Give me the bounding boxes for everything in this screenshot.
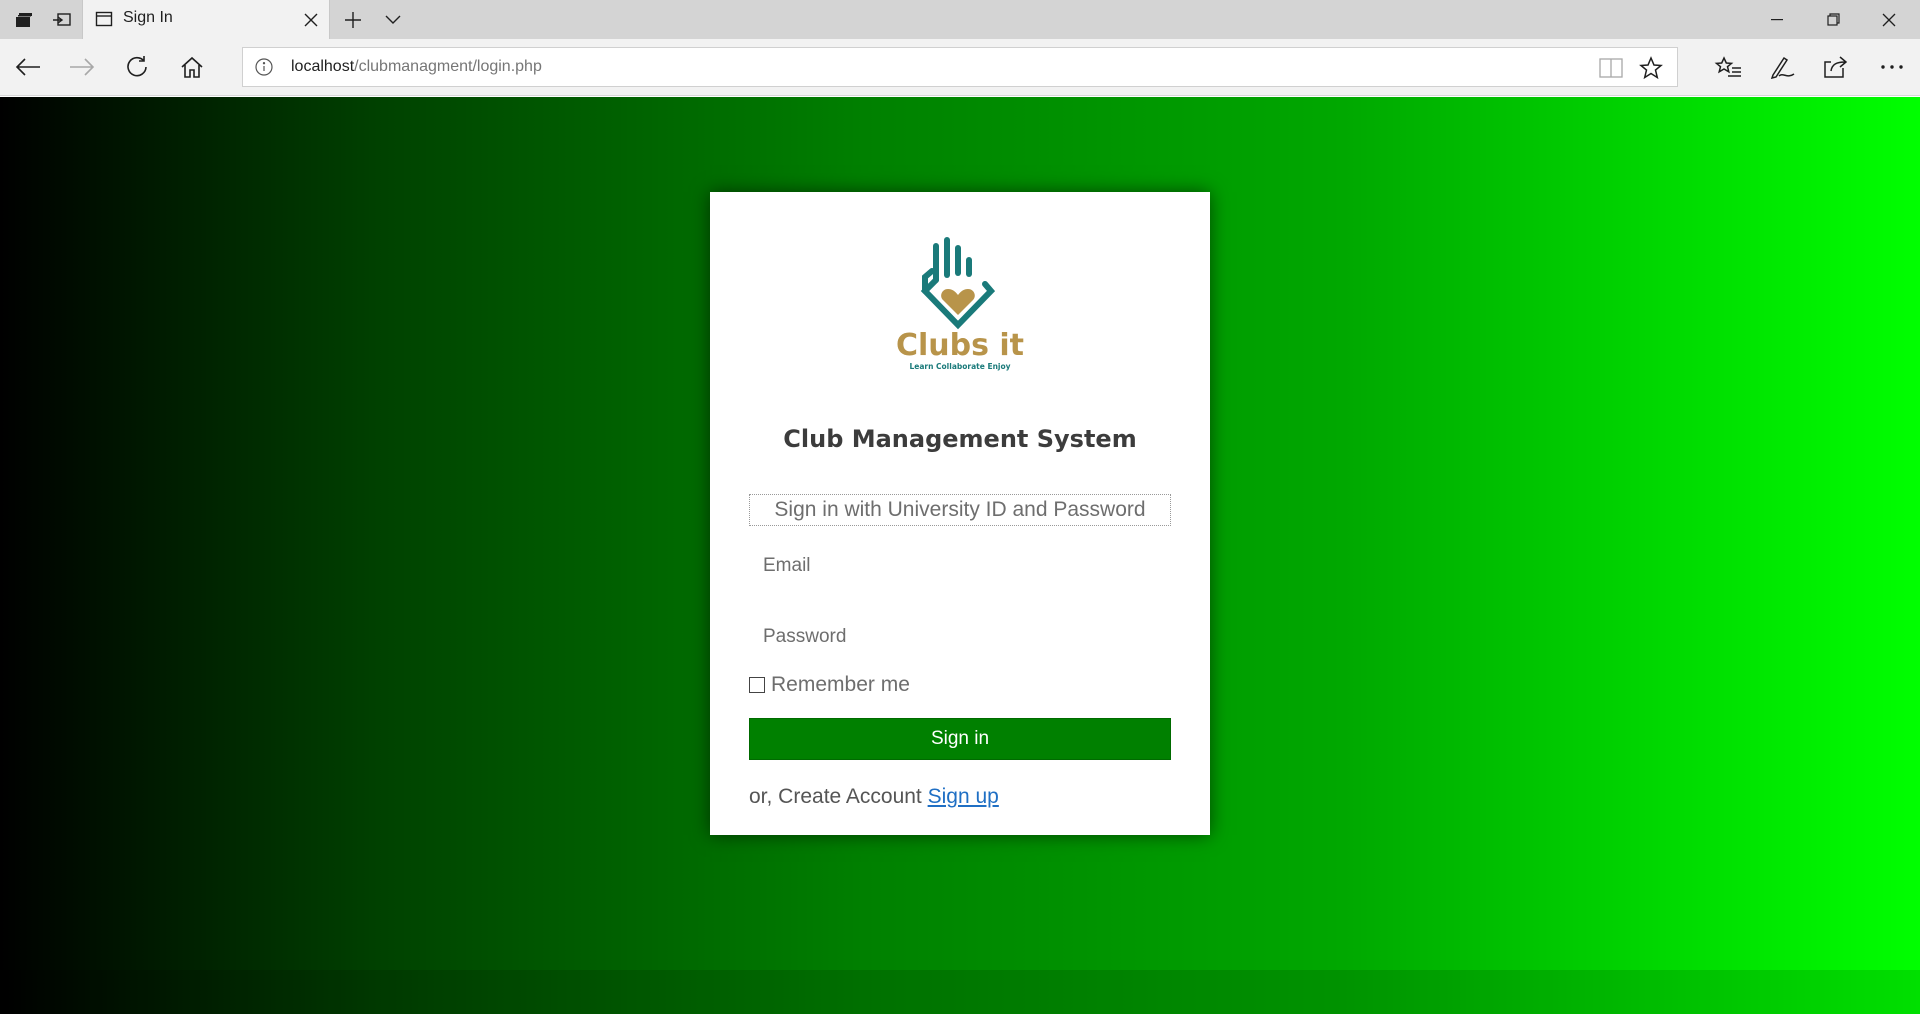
tab-sign-in[interactable]: Sign In	[82, 0, 330, 40]
address-path: /clubmanagment/login.php	[354, 58, 542, 75]
clubs-it-logo: Clubs it Learn Collaborate Enjoy	[885, 227, 1035, 377]
page-background: Clubs it Learn Collaborate Enjoy Club Ma…	[0, 97, 1920, 1014]
minimize-icon[interactable]	[1749, 0, 1805, 39]
refresh-icon[interactable]	[115, 46, 159, 88]
set-aside-icon[interactable]	[44, 0, 80, 39]
signup-line: or, Create Account Sign up	[749, 785, 999, 809]
signin-button[interactable]: Sign in	[749, 718, 1171, 760]
page-title: Club Management System	[783, 425, 1137, 453]
star-icon[interactable]	[1637, 54, 1665, 82]
home-icon[interactable]	[170, 46, 214, 88]
signup-link[interactable]: Sign up	[928, 785, 999, 808]
navigation-bar: localhost/clubmanagment/login.php	[0, 39, 1920, 96]
star-list-icon[interactable]	[1706, 46, 1750, 88]
plus-icon[interactable]	[338, 0, 368, 39]
tab-actions-icon[interactable]	[6, 0, 42, 39]
title-bar: Sign In	[0, 0, 1920, 40]
pen-icon[interactable]	[1760, 46, 1804, 88]
address-url[interactable]: localhost/clubmanagment/login.php	[291, 58, 542, 76]
remember-me-label: Remember me	[771, 673, 910, 696]
page-icon	[95, 10, 113, 32]
password-field[interactable]	[749, 615, 1171, 659]
logo-brand-text: Clubs it	[896, 328, 1024, 363]
book-icon[interactable]	[1597, 54, 1625, 82]
signup-prefix: or, Create Account	[749, 785, 928, 808]
info-icon[interactable]	[255, 58, 273, 76]
arrow-right-icon	[60, 46, 104, 88]
logo-tagline-text: Learn Collaborate Enjoy	[909, 362, 1010, 371]
ellipsis-icon[interactable]	[1870, 46, 1914, 88]
login-card: Clubs it Learn Collaborate Enjoy Club Ma…	[710, 192, 1210, 835]
page-footer-strip	[0, 970, 1920, 1014]
remember-me[interactable]: Remember me	[749, 671, 910, 699]
arrow-left-icon[interactable]	[6, 46, 50, 88]
share-icon[interactable]	[1814, 46, 1858, 88]
tab-title: Sign In	[123, 9, 173, 26]
email-field[interactable]	[749, 544, 1171, 588]
restore-icon[interactable]	[1805, 0, 1861, 39]
close-icon[interactable]	[301, 10, 321, 30]
chevron-down-icon[interactable]	[378, 0, 408, 39]
close-window-icon[interactable]	[1861, 0, 1917, 39]
address-host: localhost	[291, 58, 355, 75]
remember-me-checkbox[interactable]	[749, 677, 765, 693]
address-bar[interactable]: localhost/clubmanagment/login.php	[242, 47, 1678, 87]
signin-legend: Sign in with University ID and Password	[749, 494, 1171, 526]
